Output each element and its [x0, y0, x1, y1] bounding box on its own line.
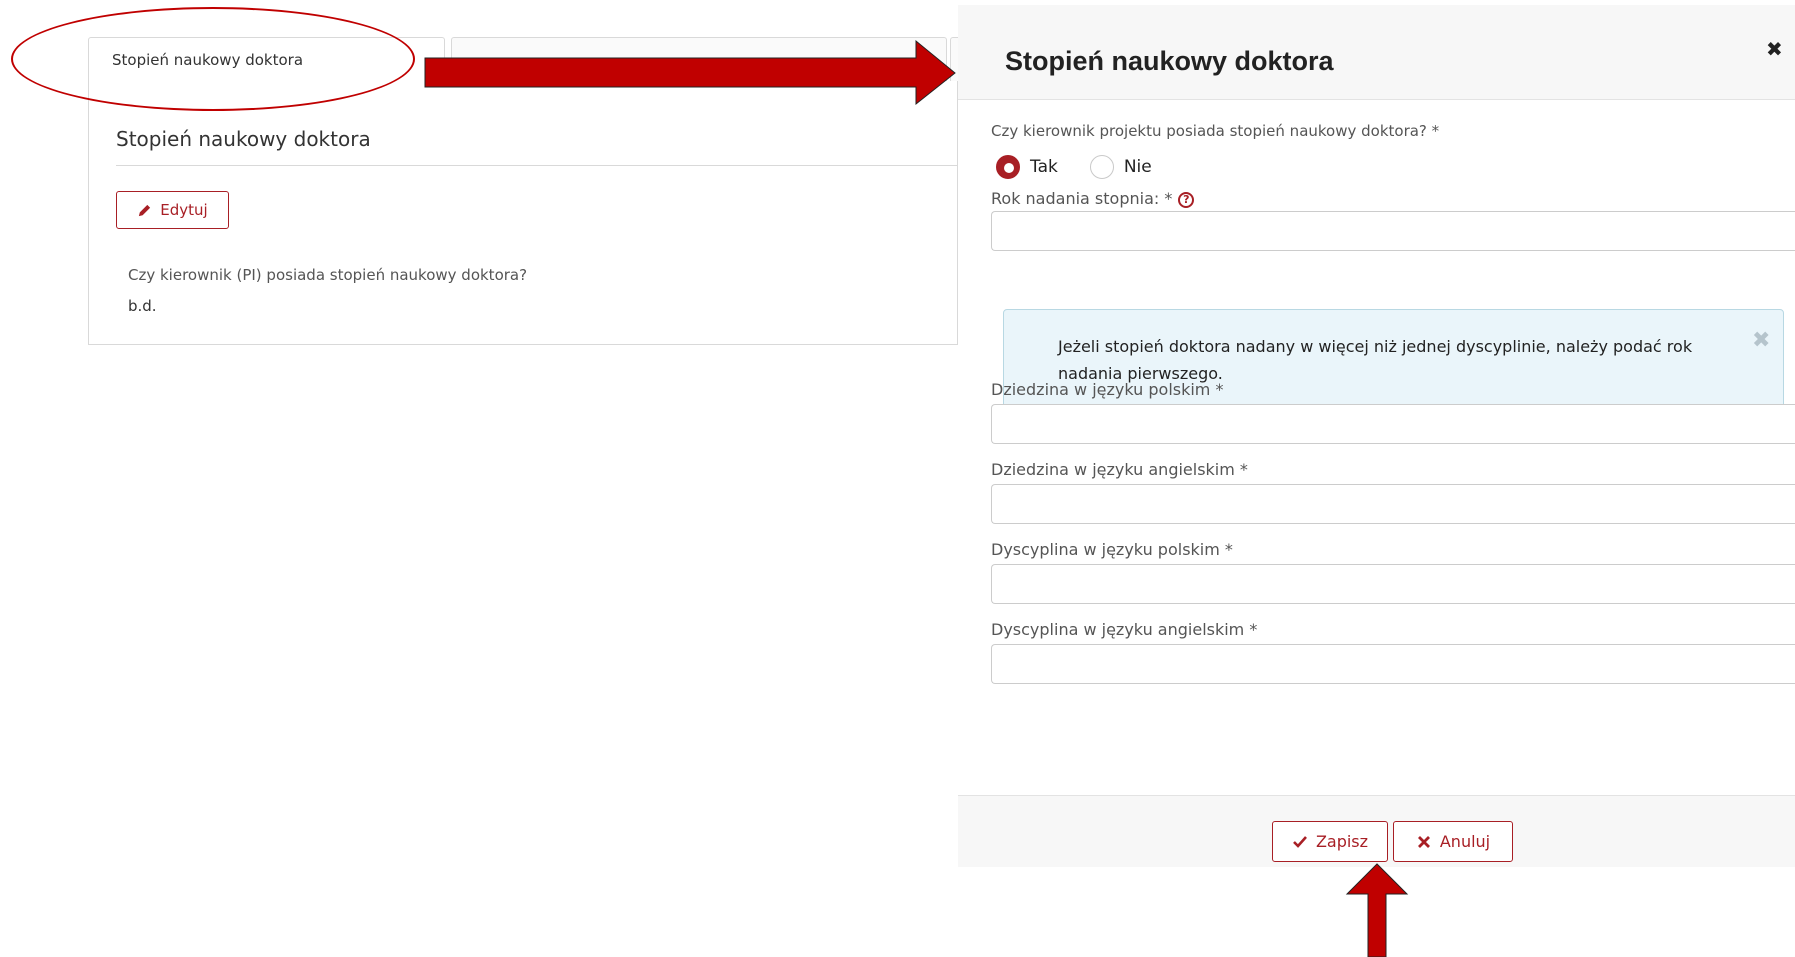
- divider: [116, 165, 959, 166]
- tab-unlabeled[interactable]: [451, 37, 947, 81]
- cancel-button[interactable]: Anuluj: [1393, 821, 1513, 862]
- radio-no[interactable]: [1089, 155, 1114, 179]
- help-icon[interactable]: ?: [1178, 192, 1195, 208]
- doctoral-degree-panel: Stopień naukowy doktora Edytuj Czy kiero…: [88, 81, 959, 345]
- save-label: Zapisz: [1315, 832, 1369, 851]
- pencil-icon: [139, 204, 151, 216]
- edit-button[interactable]: Edytuj: [116, 191, 229, 229]
- edit-label: Edytuj: [160, 201, 208, 219]
- times-icon: [1417, 835, 1430, 848]
- close-icon[interactable]: ✖: [1752, 328, 1770, 353]
- pi-degree-question: Czy kierownik projektu posiada stopień n…: [991, 122, 1440, 140]
- up-arrow: [1345, 863, 1409, 957]
- field-en-label: Dziedzina w języku angielskim *: [991, 460, 1248, 479]
- radio-no-label: Nie: [1123, 157, 1152, 177]
- check-icon: [1293, 835, 1307, 848]
- radio-yes[interactable]: [996, 155, 1020, 179]
- annotation-ellipse: [11, 7, 415, 111]
- degree-question-value: b.d.: [128, 297, 157, 315]
- info-text: Jeżeli stopień doktora nadany w więcej n…: [1058, 337, 1693, 383]
- discipline-pl-label: Dyscyplina w języku polskim *: [991, 540, 1233, 559]
- degree-question-label: Czy kierownik (PI) posiada stopień nauko…: [128, 266, 528, 284]
- degree-radio-group: Tak Nie: [996, 155, 1184, 179]
- field-en-input[interactable]: [991, 484, 1795, 524]
- discipline-pl-input[interactable]: [991, 564, 1795, 604]
- year-label: Rok nadania stopnia: *?: [991, 189, 1195, 208]
- save-button[interactable]: Zapisz: [1272, 821, 1388, 862]
- doctoral-degree-modal: Stopień naukowy doktora ✖ Czy kierownik …: [958, 5, 1795, 867]
- cancel-label: Anuluj: [1439, 832, 1491, 851]
- field-pl-label: Dziedzina w języku polskim *: [991, 380, 1224, 399]
- modal-header: Stopień naukowy doktora ✖: [958, 5, 1795, 100]
- year-label-text: Rok nadania stopnia: *: [991, 189, 1173, 208]
- modal-footer: Zapisz Anuluj: [958, 795, 1795, 867]
- discipline-en-label: Dyscyplina w języku angielskim *: [991, 620, 1258, 639]
- year-input[interactable]: [991, 211, 1795, 251]
- discipline-en-input[interactable]: [991, 644, 1795, 684]
- section-heading: Stopień naukowy doktora: [116, 127, 371, 151]
- modal-title: Stopień naukowy doktora: [1005, 46, 1334, 76]
- radio-yes-label: Tak: [1030, 157, 1058, 177]
- close-icon[interactable]: ✖: [1766, 37, 1783, 61]
- field-pl-input[interactable]: [991, 404, 1795, 444]
